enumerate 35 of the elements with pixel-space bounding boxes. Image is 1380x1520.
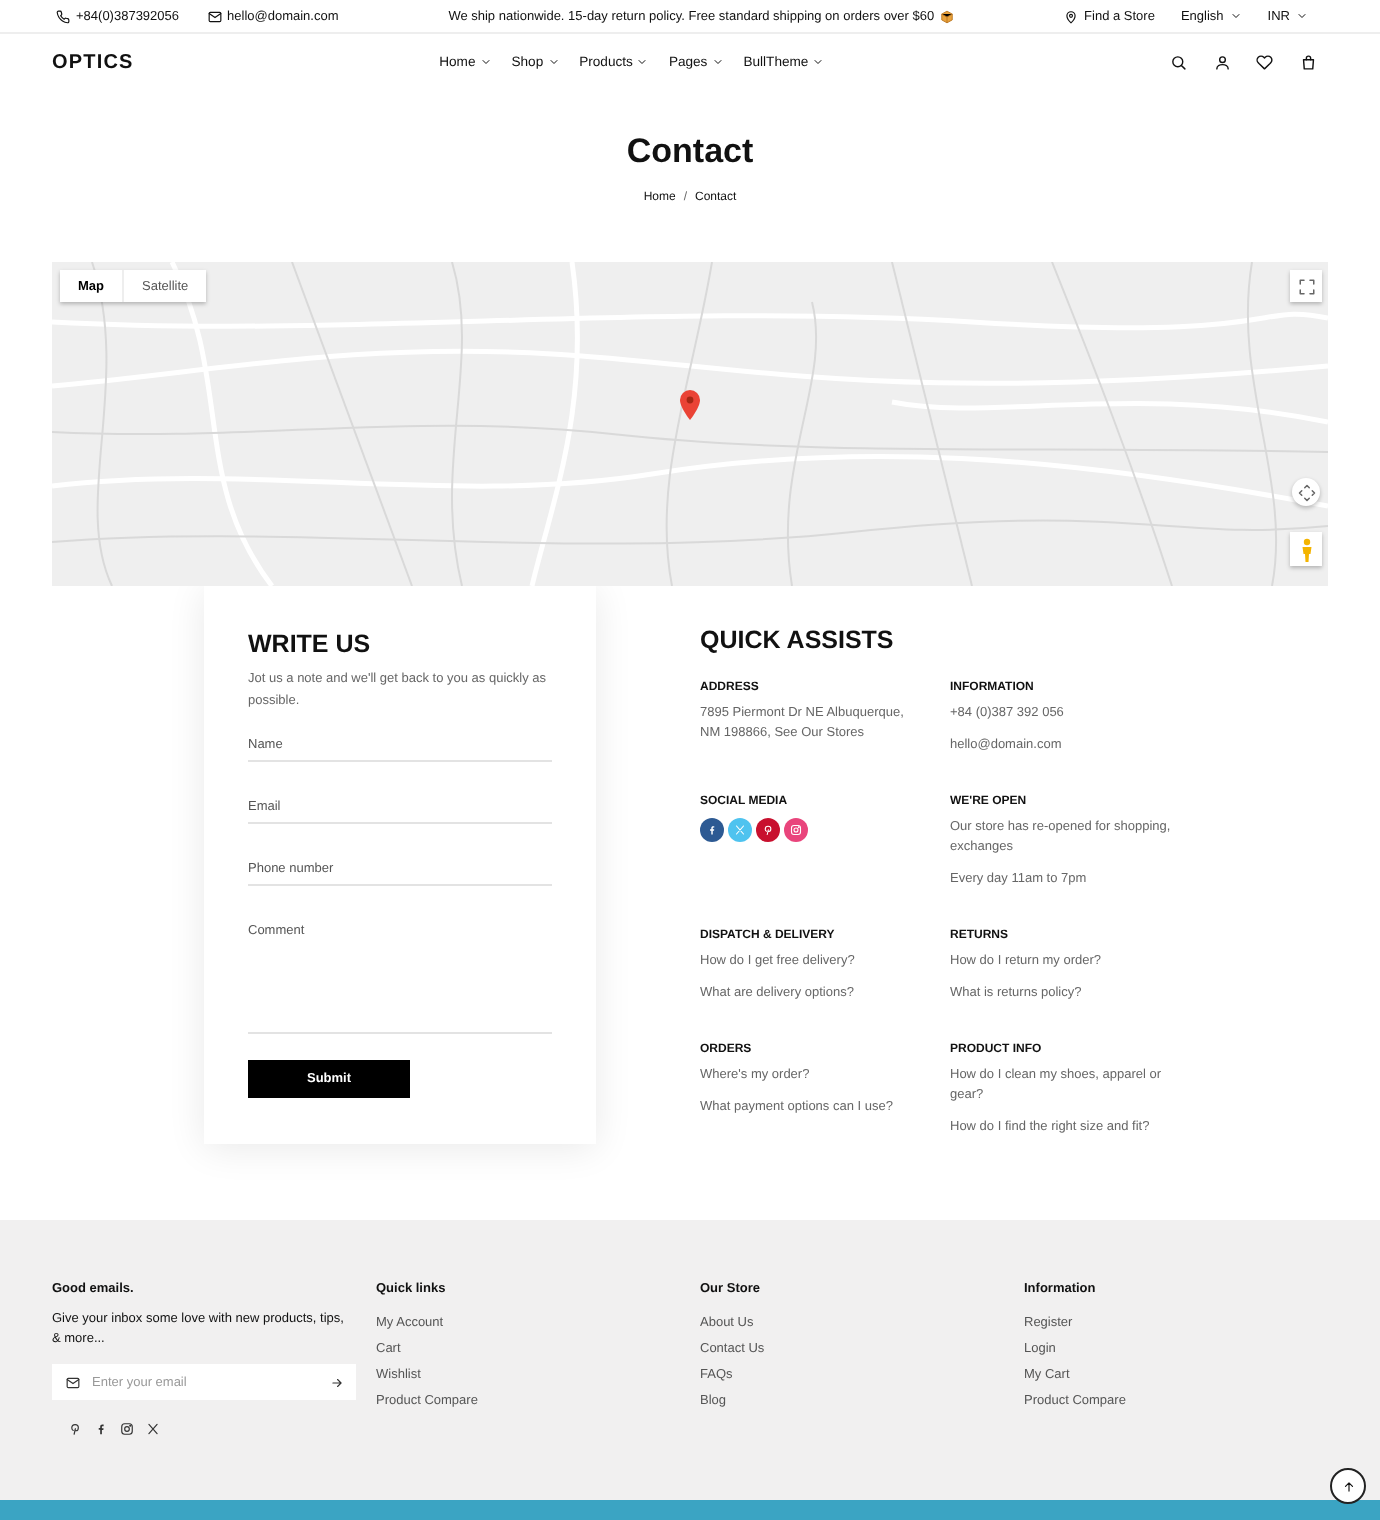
user-icon[interactable] [1213, 53, 1230, 71]
move-arrows-icon [1297, 483, 1315, 501]
fullscreen-icon [1297, 277, 1315, 295]
heart-icon[interactable] [1256, 53, 1273, 71]
facebook-icon[interactable] [700, 818, 724, 842]
chevron-down-icon [1229, 10, 1242, 22]
chevron-down-icon [636, 56, 649, 68]
facebook-icon[interactable] [94, 1422, 108, 1436]
form-title: WRITE US [248, 630, 371, 660]
fullscreen-button[interactable] [1290, 270, 1322, 302]
pinterest-icon[interactable] [756, 818, 780, 842]
instagram-icon[interactable] [120, 1422, 134, 1436]
shopping-bag-icon[interactable] [1299, 53, 1316, 71]
x-logo-icon[interactable] [146, 1422, 160, 1436]
person-icon [1299, 537, 1313, 561]
arrow-up-icon [1341, 1479, 1355, 1493]
map-marker-icon[interactable] [680, 390, 700, 420]
page-title: Contact [626, 130, 754, 174]
package-icon [940, 9, 955, 23]
mail-icon [66, 1375, 80, 1389]
chevron-down-icon [479, 56, 492, 68]
chevron-down-icon [547, 56, 560, 68]
mail-icon [207, 9, 222, 23]
chevron-down-icon [812, 56, 825, 68]
chevron-down-icon [711, 56, 724, 68]
map-pin-icon [1064, 9, 1079, 23]
phone-icon [56, 9, 70, 23]
section-title: QUICK ASSISTS [700, 626, 894, 656]
subscribe-button[interactable] [330, 1375, 344, 1389]
instagram-icon[interactable] [784, 818, 808, 842]
pinterest-icon[interactable] [68, 1422, 82, 1436]
arrow-right-icon [330, 1375, 344, 1389]
search-icon[interactable] [1170, 53, 1187, 71]
logo[interactable]: OPTICS [52, 51, 134, 73]
chevron-down-icon [1296, 10, 1308, 22]
